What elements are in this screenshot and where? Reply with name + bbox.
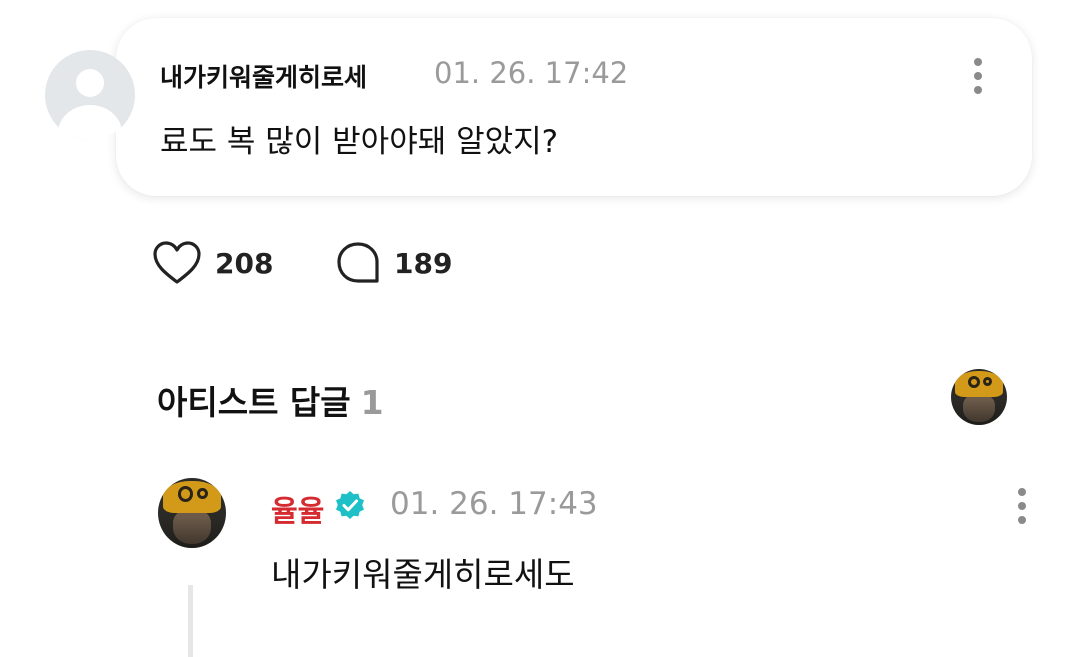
comment-text: 료도 복 많이 받아야돼 알았지? <box>160 124 559 160</box>
reply-more-options-icon[interactable] <box>1016 486 1028 526</box>
verified-badge-icon <box>336 491 364 519</box>
like-count: 208 <box>215 246 274 280</box>
thread-line <box>188 585 193 657</box>
artist-avatar-small[interactable] <box>951 369 1007 425</box>
artist-replies-title: 아티스트 답글 <box>157 383 351 422</box>
reply-button[interactable]: 189 <box>334 240 452 286</box>
artist-avatar[interactable] <box>158 478 226 548</box>
artist-replies-count: 1 <box>360 383 384 422</box>
speech-bubble-icon <box>337 242 379 283</box>
comment-author[interactable]: 내가키워줄게히로세 <box>160 58 367 94</box>
default-user-icon-head <box>76 69 104 97</box>
artist-name[interactable]: 율율 <box>271 488 324 530</box>
like-button[interactable]: 208 <box>151 240 273 286</box>
comment-card: 내가키워줄게히로세 01. 26. 17:42 료도 복 많이 받아야돼 알았지… <box>116 18 1032 196</box>
avatar-shade <box>951 400 1007 425</box>
fan-avatar[interactable] <box>45 50 135 140</box>
reply-count: 189 <box>394 246 453 280</box>
default-user-icon-body <box>58 105 122 140</box>
more-options-icon[interactable] <box>972 56 984 96</box>
avatar-hat-emblem <box>967 375 981 389</box>
comment-timestamp: 01. 26. 17:42 <box>434 56 629 90</box>
artist-replies-heading: 아티스트 답글 1 <box>157 376 384 424</box>
reply-timestamp: 01. 26. 17:43 <box>390 486 598 522</box>
reply-text: 내가키워줄게히로세도 <box>271 555 575 594</box>
heart-outline-icon <box>153 241 201 284</box>
avatar-shade <box>158 517 226 548</box>
